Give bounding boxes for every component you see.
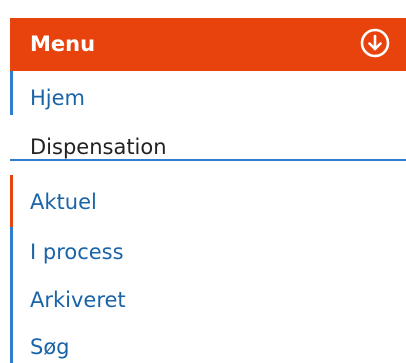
menu-item-arkiveret[interactable]: Arkiveret — [10, 286, 406, 316]
menu-item-label: Arkiveret — [30, 288, 126, 312]
menu-header[interactable]: Menu — [10, 18, 406, 71]
menu-item-label: Dispensation — [30, 135, 167, 159]
menu-item-label: Hjem — [30, 86, 86, 110]
menu-title: Menu — [30, 32, 96, 56]
menu-item-label: Aktuel — [30, 190, 97, 214]
circle-arrow-down-icon[interactable] — [359, 27, 391, 59]
menu-item-i-process[interactable]: I process — [10, 238, 406, 268]
menu-panel: Menu Hjem Dispensation Aktuel I process … — [0, 0, 406, 363]
menu-item-sog[interactable]: Søg — [10, 333, 406, 363]
menu-item-hjem[interactable]: Hjem — [10, 84, 406, 114]
menu-item-aktuel[interactable]: Aktuel — [10, 188, 406, 218]
menu-item-label: I process — [30, 240, 124, 264]
menu-item-label: Søg — [30, 335, 70, 359]
section-divider — [10, 159, 406, 161]
